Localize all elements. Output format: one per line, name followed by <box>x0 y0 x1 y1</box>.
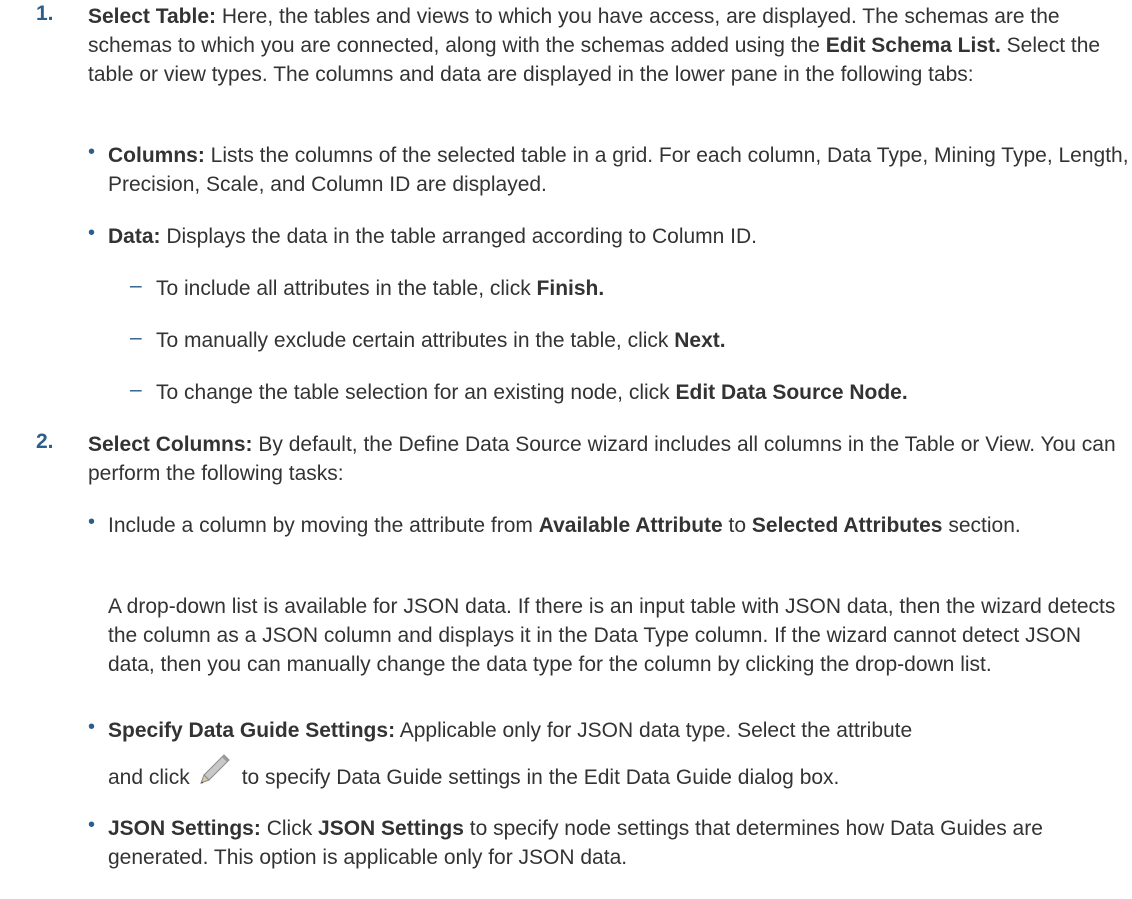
dash-icon: – <box>130 378 142 401</box>
bullet-icon: • <box>88 716 96 738</box>
document-page: 1. Select Table: Here, the tables and vi… <box>0 0 1132 899</box>
data-guide-line-2: and click to specify Data Guide settings… <box>108 752 1132 792</box>
bullet-icon: • <box>88 814 96 836</box>
bullet-icon: • <box>88 141 96 163</box>
columns-bullet: Columns: Lists the columns of the select… <box>108 144 1129 196</box>
data-bullet: Data: Displays the data in the table arr… <box>108 225 758 248</box>
bullet-icon: • <box>88 222 96 244</box>
dash-item: To include all attributes in the table, … <box>156 277 605 300</box>
step-title: Select Columns: <box>88 433 253 456</box>
json-settings-bullet: JSON Settings: Click JSON Settings to sp… <box>108 817 1043 869</box>
pencil-icon[interactable] <box>196 752 232 788</box>
step-2-paragraph: Select Columns: By default, the Define D… <box>88 433 1116 485</box>
step-number: 1. <box>36 2 54 25</box>
dash-icon: – <box>130 326 142 349</box>
dash-item: To manually exclude certain attributes i… <box>156 329 726 352</box>
edit-schema-list-label: Edit Schema List. <box>825 34 1001 57</box>
include-column-bullet: Include a column by moving the attribute… <box>108 514 1021 537</box>
dash-item: To change the table selection for an exi… <box>156 381 908 404</box>
bullet-icon: • <box>88 511 96 533</box>
step-title: Select Table: <box>88 5 216 28</box>
json-dropdown-paragraph: A drop-down list is available for JSON d… <box>108 595 1116 676</box>
step-1-paragraph: Select Table: Here, the tables and views… <box>88 5 1101 86</box>
data-guide-bullet: Specify Data Guide Settings: Applicable … <box>108 719 913 742</box>
step-number: 2. <box>36 430 54 453</box>
dash-icon: – <box>130 274 142 297</box>
